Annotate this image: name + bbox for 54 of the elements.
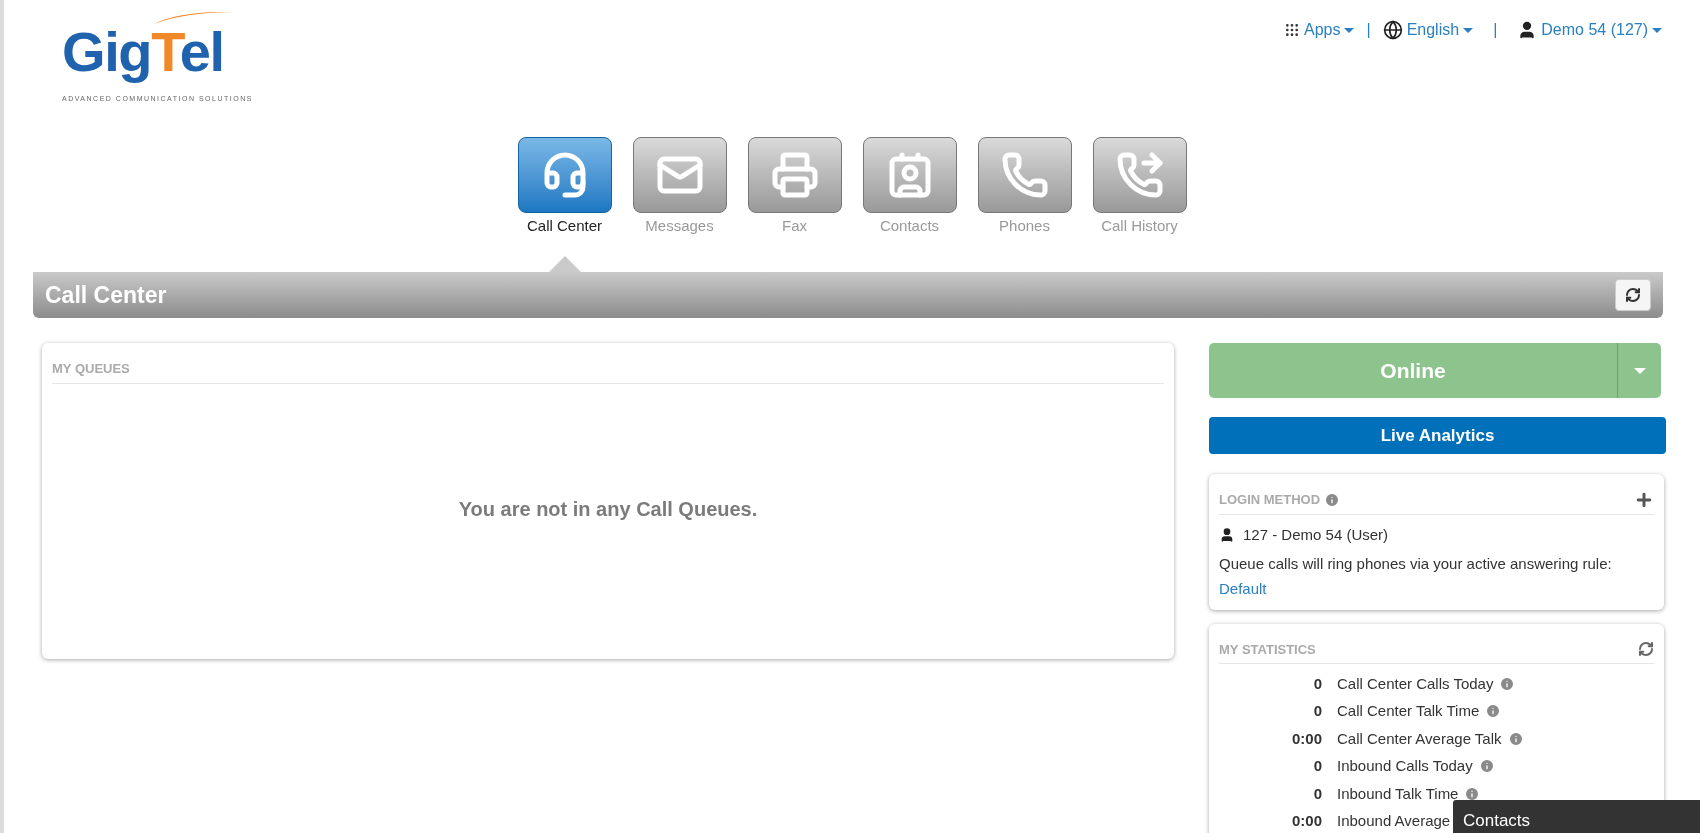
stat-label: Inbound Average <box>1337 811 1451 831</box>
fax-icon <box>770 150 819 199</box>
caret-icon <box>1652 27 1662 33</box>
tab-label: Messages <box>645 215 714 236</box>
refresh-button[interactable] <box>1615 279 1651 311</box>
tab-label: Call History <box>1101 215 1178 236</box>
stat-value: 0 <box>1312 701 1322 721</box>
phone-arrows-icon <box>1115 150 1164 199</box>
grid-icon <box>1284 22 1300 38</box>
app-tab[interactable] <box>517 136 612 213</box>
stat-value: 0 <box>1312 673 1322 694</box>
stat-value: 0 <box>1312 756 1322 776</box>
caret-icon <box>1463 27 1474 33</box>
stat-label: Call Center Talk Time <box>1337 701 1480 721</box>
stat-label: Call Center Average Talk <box>1337 728 1502 749</box>
app-tab[interactable] <box>977 136 1072 213</box>
phone-icon <box>1000 150 1049 199</box>
stat-value: 0:00 <box>1290 728 1322 749</box>
contacts-popup[interactable]: Contacts <box>1453 800 1700 833</box>
tab-label: Phones <box>999 215 1050 236</box>
stat-value: 0 <box>1312 783 1322 804</box>
tab-label: Call Center <box>527 215 602 236</box>
add-icon[interactable] <box>1634 490 1654 510</box>
refresh-icon <box>1625 287 1641 303</box>
login-note: Queue calls will ring phones via your active answering rule: <box>1219 553 1613 574</box>
empty-message: You are not in any Call Queues. <box>458 497 758 523</box>
caret-icon <box>1344 27 1355 33</box>
card-title: MY STATISTICS <box>1219 640 1316 659</box>
nav-separator: | <box>1366 20 1371 40</box>
caret-icon <box>1633 367 1646 374</box>
refresh-icon[interactable] <box>1638 641 1654 658</box>
app-tab[interactable] <box>632 136 727 213</box>
answering-rule-link[interactable]: Default <box>1219 578 1654 601</box>
stat-value: 0:00 <box>1290 811 1322 831</box>
app-tab[interactable] <box>862 136 957 213</box>
popup-title: Contacts <box>1463 811 1531 830</box>
info-icon[interactable] <box>1464 785 1481 802</box>
user-icon <box>1219 527 1235 544</box>
stat-label: Call Center Calls Today <box>1337 673 1494 694</box>
stat-label: Inbound Calls Today <box>1337 756 1473 776</box>
globe-icon <box>1382 20 1403 40</box>
app-tab[interactable] <box>747 136 842 213</box>
login-user: 127 - Demo 54 (User) <box>1243 525 1389 545</box>
tab-label: Contacts <box>879 215 940 236</box>
section-title: Call Center <box>45 280 167 310</box>
card-title: LOGIN METHOD <box>1219 491 1321 510</box>
nav-menu-link[interactable]: English <box>1382 18 1474 42</box>
nav-separator: | <box>1493 20 1498 40</box>
nav-menu-link[interactable]: Demo 54 (127) <box>1517 18 1662 42</box>
live-analytics-button[interactable]: Live Analytics <box>1209 417 1666 454</box>
nav-menu-link[interactable]: Apps <box>1284 18 1355 42</box>
tab-label: Fax <box>782 215 807 236</box>
app-tab[interactable] <box>1092 136 1187 213</box>
card-title: MY QUEUES <box>52 359 1164 384</box>
